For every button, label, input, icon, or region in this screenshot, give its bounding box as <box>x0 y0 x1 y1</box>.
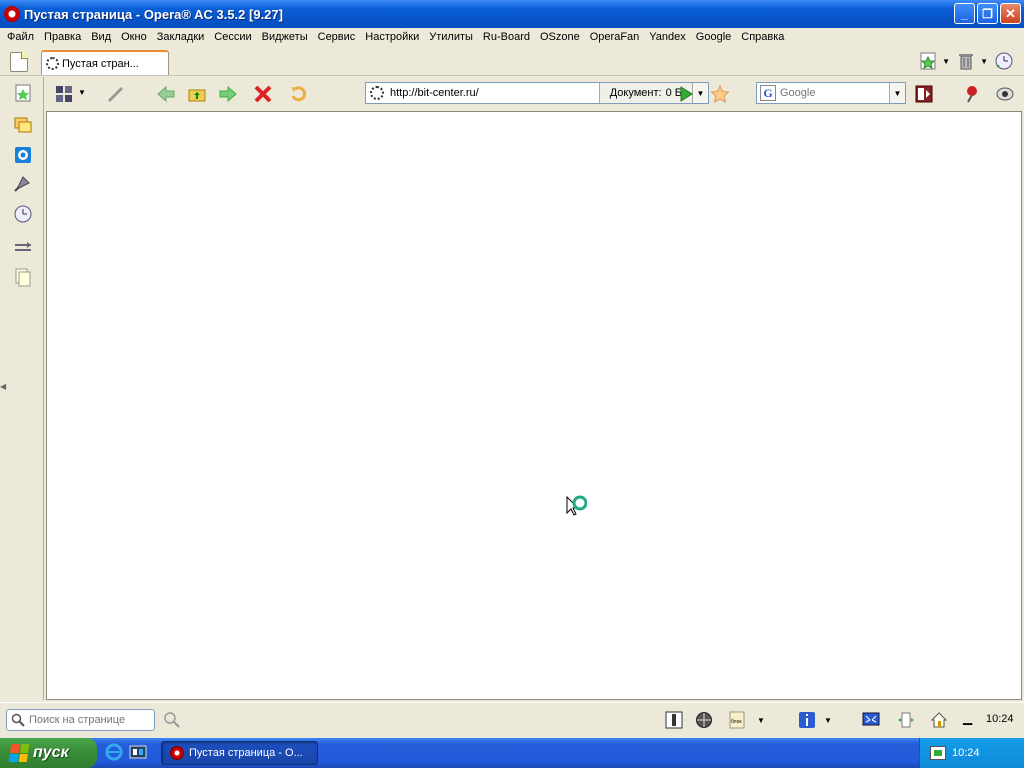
menu-bar: Файл Правка Вид Окно Закладки Сессии Вид… <box>0 28 1024 46</box>
quick-launch <box>105 743 147 761</box>
new-tab-icon[interactable] <box>10 52 28 72</box>
maximize-button[interactable]: ❐ <box>977 3 998 24</box>
minimize-panel-icon[interactable]: ▁ <box>963 711 972 725</box>
feeds-satellite-icon[interactable] <box>13 173 33 193</box>
opera-window: Пустая страница - Opera® AC 3.5.2 [9.27]… <box>0 0 1024 768</box>
back-arrow-icon[interactable] <box>156 84 176 104</box>
opera-logo-icon <box>170 746 184 760</box>
window-title: Пустая страница - Opera® AC 3.5.2 [9.27] <box>24 6 283 22</box>
busy-cursor-icon <box>566 495 587 516</box>
transfers-panel-icon[interactable] <box>13 237 33 257</box>
find-input[interactable] <box>29 714 149 726</box>
go-play-icon[interactable] <box>676 84 696 104</box>
history-clock-icon[interactable] <box>994 51 1014 71</box>
menu-operafan[interactable]: OperaFan <box>585 31 645 43</box>
search-icon <box>11 713 25 727</box>
speed-dial-grid-icon[interactable] <box>54 84 74 104</box>
menu-utilities[interactable]: Утилиты <box>424 31 478 43</box>
menu-google[interactable]: Google <box>691 31 736 43</box>
status-bar: блок ▼ ▼ ▁ 10:24 <box>0 702 1024 736</box>
panel-toggle-icon[interactable] <box>665 711 683 729</box>
menu-ru-board[interactable]: Ru-Board <box>478 31 535 43</box>
status-clock: 10:24 <box>986 713 1014 725</box>
menu-service[interactable]: Сервис <box>313 31 361 43</box>
search-input[interactable] <box>780 87 888 99</box>
panel-collapse-icon[interactable]: ◀ <box>0 382 6 391</box>
title-bar[interactable]: Пустая страница - Opera® AC 3.5.2 [9.27]… <box>0 0 1024 28</box>
chevron-down-icon[interactable]: ▼ <box>78 88 86 97</box>
find-on-page[interactable] <box>6 709 155 731</box>
start-button[interactable]: пуск <box>0 738 97 768</box>
side-panel: ◀ <box>0 77 44 700</box>
history-panel-icon[interactable] <box>13 204 33 224</box>
svg-text:блок: блок <box>731 719 742 725</box>
forward-arrow-icon[interactable] <box>218 84 238 104</box>
fullscreen-monitor-icon[interactable] <box>862 711 880 729</box>
navigation-toolbar: ▼ http://bit-center.ru/ Документ: 0 Б ▼ … <box>46 79 1024 109</box>
up-folder-icon[interactable] <box>187 84 207 104</box>
search-engine-dropdown[interactable]: ▼ <box>889 83 905 103</box>
menu-help[interactable]: Справка <box>736 31 789 43</box>
page-content[interactable] <box>46 111 1022 700</box>
notes-panel-icon[interactable] <box>13 115 33 135</box>
windows-taskbar: пуск Пустая страница - О... EN 10:24 <box>0 738 1024 768</box>
chevron-down-icon[interactable]: ▼ <box>980 57 988 66</box>
fit-width-icon[interactable] <box>897 711 915 729</box>
trash-icon[interactable] <box>956 51 976 71</box>
widgets-panel-icon[interactable] <box>13 145 33 165</box>
minimize-button[interactable]: _ <box>954 3 975 24</box>
tab-blank-page[interactable]: Пустая стран... <box>41 50 169 75</box>
menu-sessions[interactable]: Сессии <box>209 31 256 43</box>
tab-bar-tools: ▼ ▼ <box>918 51 1014 71</box>
menu-edit[interactable]: Правка <box>39 31 86 43</box>
window-controls: _ ❐ ✕ <box>954 3 1021 24</box>
menu-file[interactable]: Файл <box>2 31 39 43</box>
system-tray: 10:24 <box>919 738 1024 768</box>
chevron-down-icon[interactable]: ▼ <box>824 716 832 725</box>
windows-panel-icon[interactable] <box>13 267 33 287</box>
opera-logo-icon <box>4 6 20 22</box>
edit-pencil-icon[interactable] <box>106 84 126 104</box>
close-button[interactable]: ✕ <box>1000 3 1021 24</box>
menu-view[interactable]: Вид <box>86 31 116 43</box>
stop-x-icon[interactable] <box>253 84 273 104</box>
address-bar[interactable]: http://bit-center.ru/ Документ: 0 Б ▼ <box>365 82 709 104</box>
search-box[interactable]: G ▼ <box>756 82 906 104</box>
tray-clock[interactable]: 10:24 <box>952 747 980 759</box>
menu-bookmarks[interactable]: Закладки <box>152 31 210 43</box>
menu-yandex[interactable]: Yandex <box>644 31 691 43</box>
proxy-globe-icon[interactable] <box>695 711 713 729</box>
start-label: пуск <box>33 744 69 761</box>
home-page-icon[interactable] <box>930 711 948 729</box>
taskbar-opera-window[interactable]: Пустая страница - О... <box>161 741 318 765</box>
url-text[interactable]: http://bit-center.ru/ <box>390 87 599 99</box>
reload-icon[interactable] <box>289 84 309 104</box>
chevron-down-icon[interactable]: ▼ <box>942 57 950 66</box>
document-label: Документ: <box>609 87 662 99</box>
network-icon[interactable] <box>930 746 946 760</box>
tab-label: Пустая стран... <box>62 57 139 70</box>
menu-widgets[interactable]: Виджеты <box>257 31 313 43</box>
internet-explorer-icon[interactable] <box>105 743 123 761</box>
tab-bar: Пустая стран... ▼ ▼ <box>0 48 1024 76</box>
find-go-icon[interactable] <box>163 711 181 729</box>
bookmarks-panel-icon[interactable] <box>13 83 33 103</box>
info-icon[interactable] <box>798 711 816 729</box>
loading-icon <box>46 57 59 70</box>
eye-icon[interactable] <box>995 84 1015 104</box>
chevron-down-icon[interactable]: ▼ <box>757 716 765 725</box>
pin-icon[interactable] <box>962 84 982 104</box>
add-bookmark-icon[interactable] <box>918 51 938 71</box>
menu-settings[interactable]: Настройки <box>360 31 424 43</box>
page-translate-icon[interactable] <box>914 84 934 104</box>
notepad-icon[interactable]: блок <box>728 711 746 729</box>
bookmark-star-icon[interactable] <box>710 84 730 104</box>
taskbar-window-label: Пустая страница - О... <box>189 747 303 759</box>
menu-oszone[interactable]: OSzone <box>535 31 585 43</box>
site-loading-icon <box>370 86 384 100</box>
menu-window[interactable]: Окно <box>116 31 152 43</box>
show-desktop-icon[interactable] <box>129 743 147 761</box>
google-engine-icon[interactable]: G <box>760 85 776 101</box>
windows-logo-icon <box>8 744 30 762</box>
